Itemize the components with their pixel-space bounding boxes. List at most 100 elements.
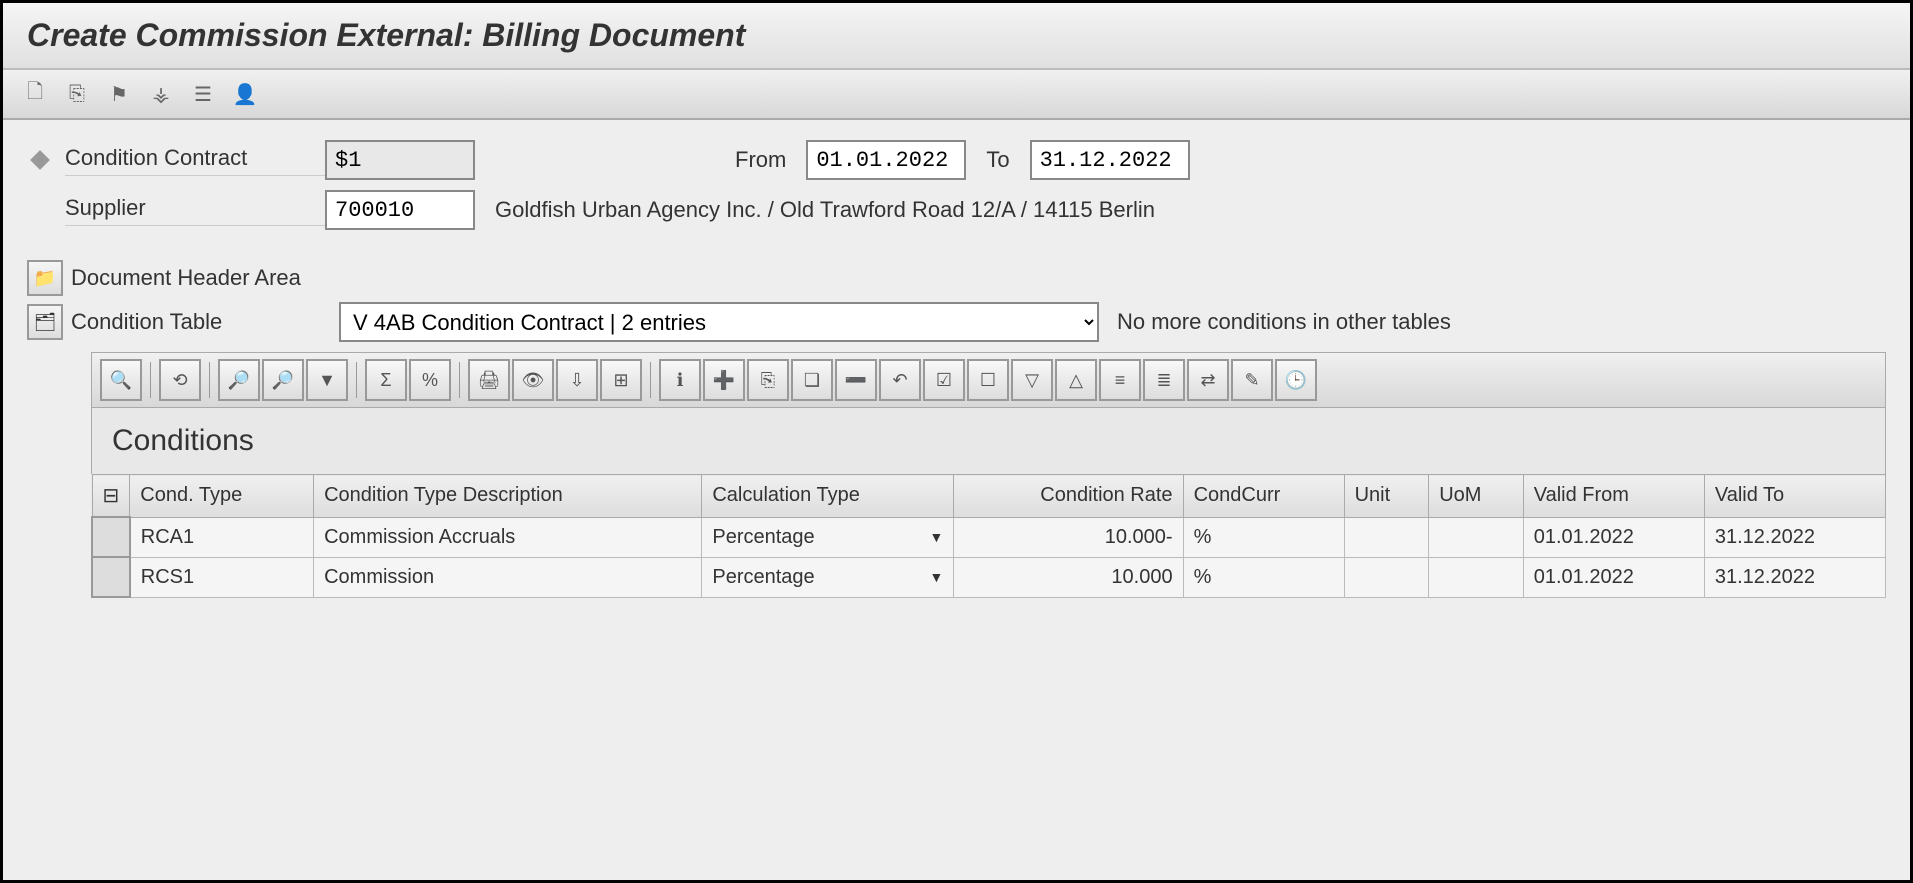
- title-bar: Create Commission External: Billing Docu…: [3, 3, 1910, 70]
- duplicate-button[interactable]: ❏: [791, 359, 833, 401]
- cell-valid-from[interactable]: 01.01.2022: [1523, 517, 1704, 557]
- cell-uom[interactable]: [1429, 557, 1524, 597]
- col1-icon: ≡: [1115, 370, 1126, 391]
- conditions-grid: 🔍 ⟲ 🔎 🔎 ▼ Σ % 🖨 👁 ⇩ ⊞ ℹ ➕ ⎘ ❏: [91, 352, 1886, 598]
- doc-header-section-row: 📁 Document Header Area: [27, 260, 1886, 296]
- diamond-icon: [30, 150, 50, 170]
- insert-row-button[interactable]: ➕: [703, 359, 745, 401]
- col-cond-type[interactable]: Cond. Type: [130, 475, 314, 518]
- conditions-table: ⊟ Cond. Type Condition Type Description …: [91, 474, 1886, 598]
- cell-uom[interactable]: [1429, 517, 1524, 557]
- filter-button[interactable]: ▼: [306, 359, 348, 401]
- export-button[interactable]: ⇩: [556, 359, 598, 401]
- other-document-icon[interactable]: ⎘: [61, 78, 93, 110]
- deselect-icon: ☐: [980, 370, 996, 391]
- column-2-button[interactable]: ≣: [1143, 359, 1185, 401]
- insert-icon: ➕: [713, 370, 735, 391]
- main-toolbar: 🗋 ⎘ ⚑ ⚶ ☰ 👤: [3, 70, 1910, 120]
- col-valid-to[interactable]: Valid To: [1704, 475, 1885, 518]
- column-1-button[interactable]: ≡: [1099, 359, 1141, 401]
- copy-row-button[interactable]: ⎘: [747, 359, 789, 401]
- col-unit[interactable]: Unit: [1344, 475, 1429, 518]
- cell-calc-type[interactable]: Percentage ▼: [702, 557, 954, 597]
- undo-button[interactable]: ↶: [879, 359, 921, 401]
- supplier-row: Supplier Goldfish Urban Agency Inc. / Ol…: [27, 190, 1886, 230]
- cell-calc-type[interactable]: Percentage ▼: [702, 517, 954, 557]
- cond-table-note: No more conditions in other tables: [1117, 309, 1451, 335]
- swap-button[interactable]: ⇄: [1187, 359, 1229, 401]
- cell-cond-rate[interactable]: 10.000-: [954, 517, 1183, 557]
- time-button[interactable]: 🕒: [1275, 359, 1317, 401]
- row-selector[interactable]: [92, 517, 130, 557]
- edit-icon: ✎: [1244, 370, 1259, 391]
- row-selector[interactable]: [92, 557, 130, 597]
- sort-desc-icon: △: [1069, 370, 1083, 391]
- swap-icon: ⇄: [1200, 370, 1215, 391]
- cond-table-select[interactable]: V 4AB Condition Contract | 2 entries: [339, 302, 1099, 342]
- row-select-header[interactable]: ⊟: [92, 475, 130, 518]
- cond-table-expand-button[interactable]: 🗂: [27, 304, 63, 340]
- doc-header-expand-button[interactable]: 📁: [27, 260, 63, 296]
- cell-cond-type[interactable]: RCS1: [130, 557, 314, 597]
- col-cond-desc[interactable]: Condition Type Description: [314, 475, 702, 518]
- from-date-input[interactable]: [806, 140, 966, 180]
- refresh-button[interactable]: ⟲: [159, 359, 201, 401]
- hierarchy-icon[interactable]: ⚶: [145, 78, 177, 110]
- deselect-all-button[interactable]: ☐: [967, 359, 1009, 401]
- cell-cond-desc[interactable]: Commission: [314, 557, 702, 597]
- cell-unit[interactable]: [1344, 517, 1429, 557]
- cell-valid-to[interactable]: 31.12.2022: [1704, 517, 1885, 557]
- chevron-down-icon: ▼: [929, 529, 943, 545]
- col-cond-curr[interactable]: CondCurr: [1183, 475, 1344, 518]
- doc-header-label: Document Header Area: [71, 265, 301, 291]
- col-calc-type[interactable]: Calculation Type: [702, 475, 954, 518]
- sort-desc-button[interactable]: △: [1055, 359, 1097, 401]
- edit-button[interactable]: ✎: [1231, 359, 1273, 401]
- cond-table-label: Condition Table: [71, 309, 311, 335]
- flag-icon[interactable]: ⚑: [103, 78, 135, 110]
- sum-icon: Σ: [380, 370, 391, 391]
- print-button[interactable]: 🖨: [468, 359, 510, 401]
- col2-icon: ≣: [1156, 370, 1171, 391]
- print-icon: 🖨: [478, 370, 501, 391]
- to-label: To: [986, 147, 1009, 173]
- info-button[interactable]: ℹ: [659, 359, 701, 401]
- col-cond-rate[interactable]: Condition Rate: [954, 475, 1183, 518]
- cell-valid-to[interactable]: 31.12.2022: [1704, 557, 1885, 597]
- cell-cond-desc[interactable]: Commission Accruals: [314, 517, 702, 557]
- supplier-label: Supplier: [65, 195, 325, 226]
- delete-row-button[interactable]: ➖: [835, 359, 877, 401]
- contract-input[interactable]: [325, 140, 475, 180]
- sort-asc-button[interactable]: ▽: [1011, 359, 1053, 401]
- cell-cond-rate[interactable]: 10.000: [954, 557, 1183, 597]
- supplier-input[interactable]: [325, 190, 475, 230]
- detail-button[interactable]: 🔍: [100, 359, 142, 401]
- new-document-icon[interactable]: 🗋: [19, 78, 51, 110]
- subtotal-button[interactable]: %: [409, 359, 451, 401]
- table-row[interactable]: RCS1 Commission Percentage ▼ 10.000 %: [92, 557, 1886, 597]
- select-all-button[interactable]: ☑: [923, 359, 965, 401]
- cell-valid-from[interactable]: 01.01.2022: [1523, 557, 1704, 597]
- list-icon[interactable]: ☰: [187, 78, 219, 110]
- find-next-button[interactable]: 🔎: [262, 359, 304, 401]
- cell-cond-curr[interactable]: %: [1183, 517, 1344, 557]
- sum-button[interactable]: Σ: [365, 359, 407, 401]
- cell-unit[interactable]: [1344, 557, 1429, 597]
- col-valid-from[interactable]: Valid From: [1523, 475, 1704, 518]
- filter-icon: ▼: [318, 370, 336, 391]
- col-uom[interactable]: UoM: [1429, 475, 1524, 518]
- layout-button[interactable]: ⊞: [600, 359, 642, 401]
- person-icon[interactable]: 👤: [229, 78, 261, 110]
- chevron-down-icon: ▼: [929, 569, 943, 585]
- duplicate-icon: ❏: [804, 370, 820, 391]
- to-date-input[interactable]: [1030, 140, 1190, 180]
- contract-row: Condition Contract From To: [27, 140, 1886, 180]
- cell-cond-curr[interactable]: %: [1183, 557, 1344, 597]
- cell-cond-type[interactable]: RCA1: [130, 517, 314, 557]
- contract-label: Condition Contract: [65, 145, 325, 176]
- folder-icon: 📁: [34, 268, 56, 289]
- table-row[interactable]: RCA1 Commission Accruals Percentage ▼ 10…: [92, 517, 1886, 557]
- view-button[interactable]: 👁: [512, 359, 554, 401]
- page-title: Create Commission External: Billing Docu…: [27, 17, 1886, 54]
- find-button[interactable]: 🔎: [218, 359, 260, 401]
